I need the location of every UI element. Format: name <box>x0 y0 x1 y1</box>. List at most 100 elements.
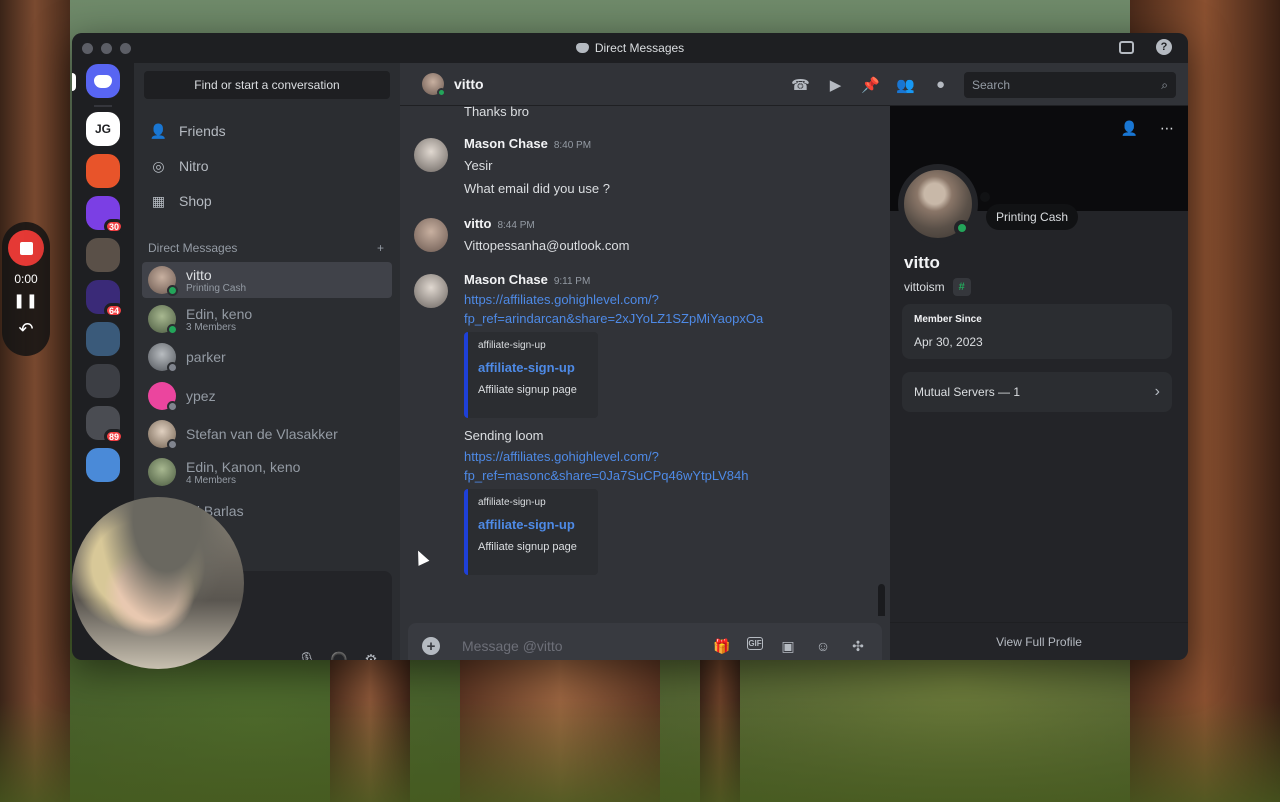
profile-avatar[interactable] <box>898 164 978 244</box>
nav-nitro[interactable]: ◎ Nitro <box>142 149 392 183</box>
dm-item-ypez[interactable]: ypez <box>142 378 392 414</box>
message-link[interactable]: fp_ref=arindarcan&share=2xJYoLZ1SZpMiYao… <box>464 309 874 328</box>
message: Mason Chase 8:40 PM Yesir What email did … <box>414 136 874 200</box>
profile-username-row: vittoism # <box>904 278 971 296</box>
mutual-servers-button[interactable]: Mutual Servers — 1 › <box>902 372 1172 412</box>
message-text: Sending loom <box>464 428 544 443</box>
message-timestamp: 9:11 PM <box>553 276 591 287</box>
apps-icon[interactable]: ✣ <box>848 637 868 655</box>
dm-item-parker[interactable]: parker <box>142 339 392 375</box>
group-avatar <box>148 458 176 486</box>
video-call-icon[interactable]: ▶ <box>827 76 844 94</box>
member-since-label: Member Since <box>914 314 982 325</box>
pinned-messages-icon[interactable]: 📌 <box>861 76 880 94</box>
close-window-button[interactable] <box>82 43 93 54</box>
status-online <box>167 324 178 335</box>
mention-badge: 64 <box>103 303 124 318</box>
headphones-icon[interactable]: 🎧 <box>330 651 349 660</box>
gif-icon[interactable]: GIF <box>747 637 763 650</box>
author-avatar[interactable] <box>414 138 448 172</box>
embed-description: Affiliate signup page <box>478 541 577 553</box>
discord-logo-icon <box>94 74 112 88</box>
profile-display-name: vitto <box>904 253 940 272</box>
window-title: Direct Messages <box>575 41 684 55</box>
message-author[interactable]: Mason Chase <box>464 136 548 151</box>
inbox-button[interactable] <box>1118 39 1134 55</box>
server-spreadsheet-server[interactable] <box>86 364 120 398</box>
server-purple-server[interactable]: 30 <box>86 196 124 234</box>
hashtag-badge-icon: # <box>952 278 971 296</box>
server-photo-server[interactable] <box>86 238 120 272</box>
status-bubble-tail <box>980 192 990 202</box>
minimize-window-button[interactable] <box>101 43 112 54</box>
undo-recording-button[interactable]: ↶ <box>18 319 33 340</box>
shop-icon: ▦ <box>151 192 166 209</box>
dm-item-vitto[interactable]: vitto Printing Cash <box>142 262 392 298</box>
message-link[interactable]: https://affiliates.gohighlevel.com/? <box>464 447 874 466</box>
create-dm-button[interactable]: + <box>377 241 384 255</box>
add-friends-to-dm-icon[interactable]: 👥 <box>896 76 915 94</box>
upload-plus-icon[interactable]: + <box>422 637 440 655</box>
friends-icon: 👤 <box>149 122 168 139</box>
nav-shop[interactable]: ▦ Shop <box>142 184 392 218</box>
embed-title-link[interactable]: affiliate-sign-up <box>478 517 588 532</box>
screen-recorder-controls: 0:00 ❚❚ ↶ <box>2 222 50 356</box>
server-person-server[interactable] <box>86 322 120 356</box>
message-timestamp: 8:40 PM <box>553 140 592 151</box>
status-online <box>437 88 446 97</box>
pause-recording-button[interactable]: ❚❚ <box>13 292 38 309</box>
status-online <box>954 220 970 236</box>
user-profile-icon[interactable]: ● <box>932 76 949 93</box>
message-author[interactable]: vitto <box>464 216 491 231</box>
server-icon <box>86 322 120 356</box>
emoji-icon[interactable]: ☺ <box>813 637 833 655</box>
message-input[interactable]: Message @vitto <box>462 638 702 654</box>
dm-item-stefan[interactable]: Stefan van de Vlasakker <box>142 416 392 452</box>
nav-friends[interactable]: 👤 Friends <box>142 114 392 148</box>
server-icon <box>86 448 120 482</box>
chevron-right-icon: › <box>1154 383 1160 400</box>
message-link[interactable]: fp_ref=masonc&share=0Ja7SuCPq46wYtpLV84h <box>464 466 874 485</box>
message-link[interactable]: https://affiliates.gohighlevel.com/? <box>464 290 874 309</box>
view-full-profile-button[interactable]: View Full Profile <box>890 622 1188 660</box>
nitro-icon: ◎ <box>152 157 165 174</box>
message-author[interactable]: Mason Chase <box>464 272 548 287</box>
recipient-name: vitto <box>454 76 484 92</box>
dm-item-group[interactable]: Edin, keno 3 Members <box>142 301 392 337</box>
dm-item-group[interactable]: Edin, Kanon, keno 4 Members <box>142 454 392 490</box>
server-vp-server[interactable]: 64 <box>86 280 124 318</box>
avatar <box>148 343 178 373</box>
server-icon <box>86 154 120 188</box>
embed-title-link[interactable]: affiliate-sign-up <box>478 360 588 375</box>
search-input[interactable]: Search ⌕ <box>964 72 1176 98</box>
recipient-avatar <box>422 73 446 97</box>
author-avatar[interactable] <box>414 274 448 308</box>
dm-members: 4 Members <box>186 474 237 486</box>
message-timestamp: 8:44 PM <box>497 220 535 231</box>
custom-status-bubble: Printing Cash <box>986 204 1079 230</box>
server-sky-server[interactable] <box>86 448 120 482</box>
message-composer: + Message @vitto 🎁 GIF ▣ ☺ ✣ <box>408 623 882 660</box>
server-orange-server[interactable] <box>86 154 120 188</box>
status-offline <box>167 401 178 412</box>
scrollbar-thumb[interactable] <box>878 584 885 616</box>
gift-icon[interactable]: 🎁 <box>712 637 732 655</box>
inbox-icon <box>1118 40 1134 54</box>
find-conversation-button[interactable]: Find or start a conversation <box>144 71 390 99</box>
author-avatar[interactable] <box>414 218 448 252</box>
search-icon: ⌕ <box>1161 77 1168 92</box>
title-bar: Direct Messages ? <box>72 33 1188 63</box>
maximize-window-button[interactable] <box>120 43 131 54</box>
stop-recording-button[interactable] <box>8 230 44 266</box>
help-button[interactable]: ? <box>1156 39 1172 55</box>
sticker-icon[interactable]: ▣ <box>778 637 798 655</box>
message: Mason Chase 9:11 PM https://affiliates.go… <box>414 272 874 575</box>
add-friend-icon[interactable]: 👤 <box>1121 120 1138 137</box>
home-button[interactable] <box>86 64 120 98</box>
settings-gear-icon[interactable]: ⚙ <box>362 651 380 660</box>
voice-call-icon[interactable]: ☎ <box>791 76 810 94</box>
microphone-icon[interactable]: 🎙 <box>297 651 316 660</box>
server-JG-server[interactable]: JG <box>86 112 120 146</box>
more-options-icon[interactable]: ⋯ <box>1160 120 1174 137</box>
server-diamond-server[interactable]: 89 <box>86 406 124 444</box>
